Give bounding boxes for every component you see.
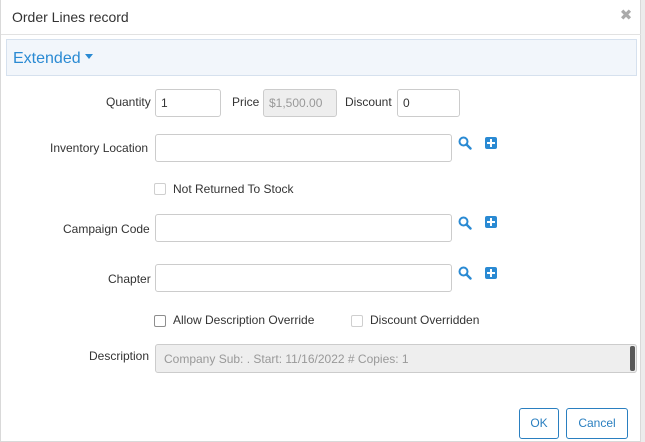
inventory-location-input[interactable] xyxy=(155,134,452,162)
caret-down-icon xyxy=(84,54,93,60)
description-field: Company Sub: . Start: 11/16/2022 # Copie… xyxy=(155,344,637,373)
quantity-input[interactable] xyxy=(155,89,221,117)
search-icon[interactable] xyxy=(458,216,472,230)
allow-description-override-checkbox[interactable] xyxy=(154,315,166,327)
dialog-titlebar: Order Lines record ✖ xyxy=(1,0,642,35)
dialog-title: Order Lines record xyxy=(12,9,129,25)
add-inventory-location-icon[interactable] xyxy=(485,137,497,149)
cancel-button[interactable]: Cancel xyxy=(566,408,628,439)
search-icon[interactable] xyxy=(458,136,472,150)
extended-section-header[interactable]: Extended xyxy=(6,39,637,76)
price-label: Price xyxy=(232,95,260,109)
description-label: Description xyxy=(89,349,150,363)
quantity-label: Quantity xyxy=(106,95,151,109)
chapter-input[interactable] xyxy=(155,264,452,292)
search-icon[interactable] xyxy=(458,266,472,280)
description-scrollbar[interactable] xyxy=(630,346,635,371)
campaign-code-input[interactable] xyxy=(155,214,452,242)
discount-overridden-label: Discount Overridden xyxy=(370,313,480,327)
discount-label: Discount xyxy=(345,95,392,109)
not-returned-to-stock-checkbox[interactable] xyxy=(154,183,166,195)
discount-overridden-checkbox[interactable] xyxy=(351,315,363,327)
order-lines-dialog: Order Lines record ✖ Extended Quantity P… xyxy=(0,0,642,442)
close-icon[interactable]: ✖ xyxy=(619,8,633,23)
not-returned-to-stock-label: Not Returned To Stock xyxy=(173,182,294,196)
description-value: Company Sub: . Start: 11/16/2022 # Copie… xyxy=(164,352,409,366)
chapter-label: Chapter xyxy=(108,272,151,286)
price-input xyxy=(263,89,337,117)
add-chapter-icon[interactable] xyxy=(485,267,497,279)
discount-input[interactable] xyxy=(397,89,460,117)
allow-description-override-label: Allow Description Override xyxy=(173,313,315,327)
add-campaign-code-icon[interactable] xyxy=(485,216,497,228)
section-label: Extended xyxy=(13,50,81,67)
ok-button[interactable]: OK xyxy=(519,408,559,439)
background-edge xyxy=(641,0,645,442)
extended-section-toggle[interactable]: Extended xyxy=(13,50,93,68)
campaign-code-label: Campaign Code xyxy=(63,222,150,236)
inventory-location-label: Inventory Location xyxy=(50,141,149,155)
